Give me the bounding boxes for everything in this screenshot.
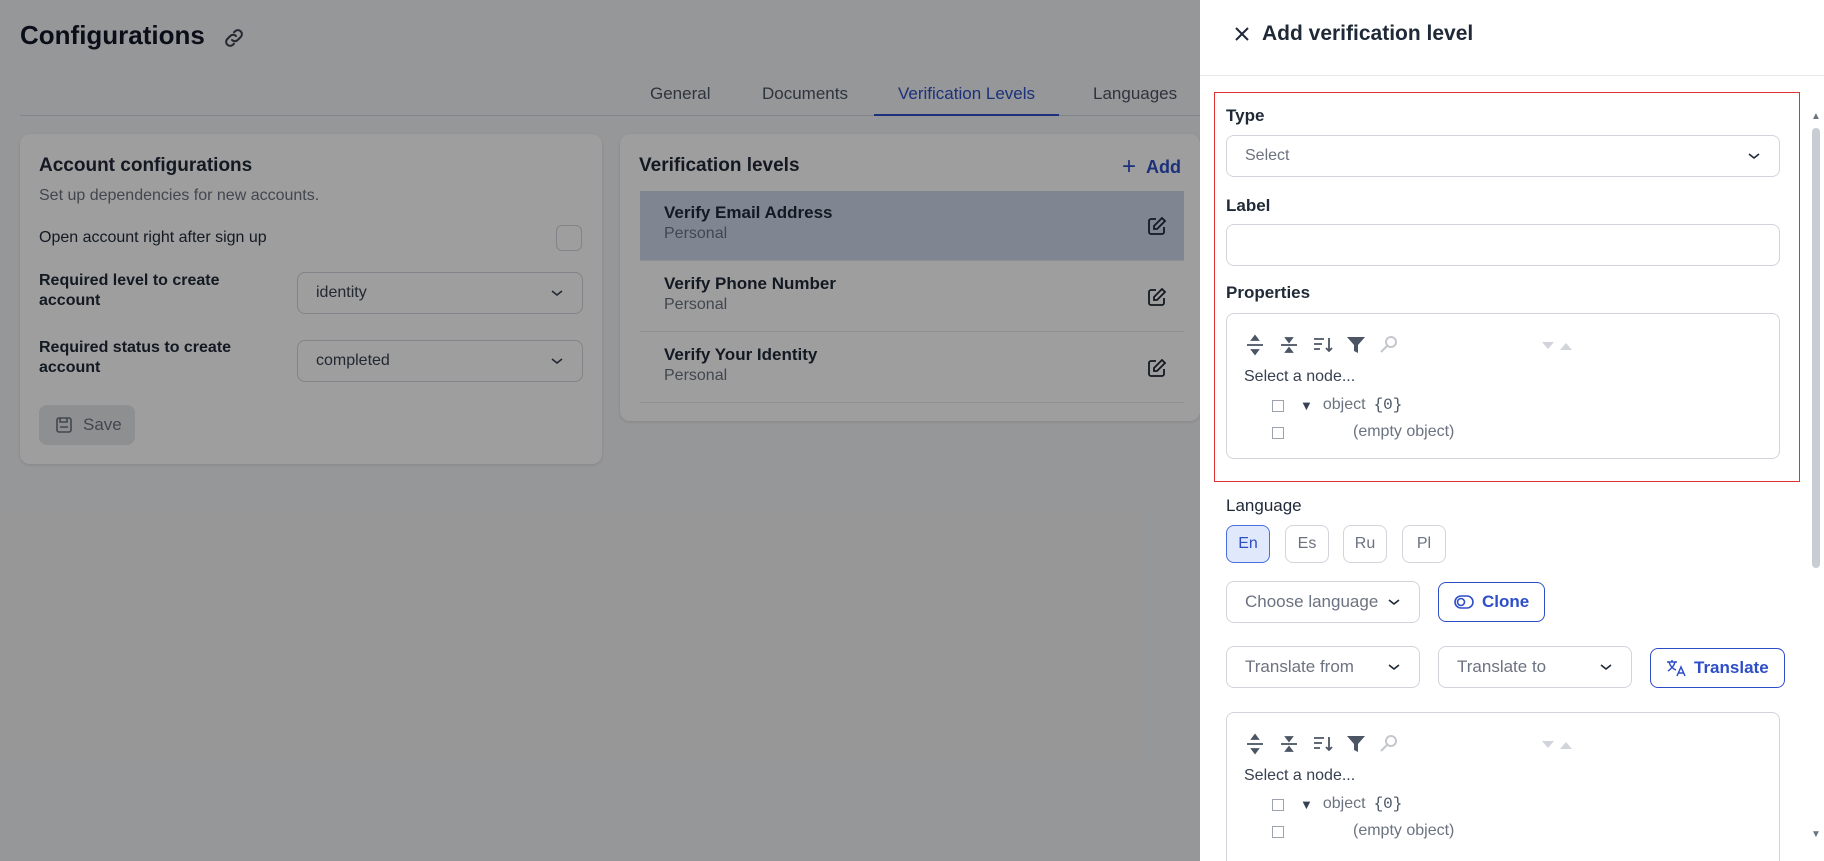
search-icon[interactable] — [1378, 334, 1400, 356]
json-object-label: object — [1322, 795, 1366, 812]
json-object-count: {0} — [1373, 396, 1403, 414]
expand-triangle-icon[interactable]: ▼ — [1300, 398, 1313, 413]
translate-from-select[interactable]: Translate from — [1226, 646, 1420, 688]
translate-to-select[interactable]: Translate to — [1438, 646, 1632, 688]
language-ru-button[interactable]: Ru — [1343, 525, 1387, 563]
translate-label: Translate — [1694, 658, 1769, 677]
collapse-all-icon[interactable] — [1278, 733, 1300, 755]
json-hint: Select a node... — [1244, 767, 1356, 784]
navigate-arrows-icon[interactable] — [1540, 340, 1574, 352]
node-handle[interactable] — [1272, 400, 1284, 412]
type-select[interactable]: Select — [1226, 135, 1780, 177]
expand-all-icon[interactable] — [1244, 334, 1266, 356]
translate-to-label: Translate to — [1457, 657, 1547, 676]
properties-label: Properties — [1226, 283, 1311, 302]
choose-language-select[interactable]: Choose language — [1226, 581, 1420, 623]
language-pl-button[interactable]: Pl — [1402, 525, 1446, 563]
search-icon[interactable] — [1378, 733, 1400, 755]
expand-triangle-icon[interactable]: ▼ — [1300, 797, 1313, 812]
filter-icon[interactable] — [1345, 334, 1367, 356]
translation-json-editor[interactable]: Select a node... ▼ object {0} (empty obj… — [1226, 712, 1780, 861]
collapse-all-icon[interactable] — [1278, 334, 1300, 356]
chevron-down-icon — [1748, 153, 1760, 160]
type-label: Type — [1226, 106, 1265, 125]
chevron-down-icon — [1388, 599, 1400, 606]
json-empty-node: (empty object) — [1353, 423, 1455, 440]
language-en-button[interactable]: En — [1226, 525, 1270, 563]
node-handle[interactable] — [1272, 826, 1284, 838]
language-es-button[interactable]: Es — [1285, 525, 1329, 563]
node-handle[interactable] — [1272, 799, 1284, 811]
clone-label: Clone — [1482, 592, 1530, 611]
panel-header: Add verification level — [1200, 0, 1824, 76]
json-root-node[interactable]: ▼ object {0} — [1300, 795, 1402, 813]
json-hint: Select a node... — [1244, 368, 1356, 385]
json-root-node[interactable]: ▼ object {0} — [1300, 396, 1402, 414]
json-empty-node: (empty object) — [1353, 822, 1455, 839]
navigate-arrows-icon[interactable] — [1540, 739, 1574, 751]
modal-backdrop[interactable] — [0, 0, 1200, 861]
json-object-label: object — [1322, 396, 1366, 413]
panel-scrollbar[interactable] — [1812, 128, 1820, 568]
translate-icon — [1667, 660, 1686, 677]
choose-language-label: Choose language — [1245, 592, 1379, 611]
clone-button[interactable]: Clone — [1438, 582, 1546, 622]
type-placeholder: Select — [1245, 147, 1290, 164]
expand-all-icon[interactable] — [1244, 733, 1266, 755]
panel-title: Add verification level — [1262, 22, 1474, 45]
toggle-icon — [1454, 595, 1474, 609]
close-icon[interactable] — [1232, 24, 1252, 44]
translate-from-label: Translate from — [1245, 657, 1354, 676]
scroll-up-icon[interactable]: ▲ — [1811, 112, 1821, 122]
chevron-down-icon — [1600, 664, 1612, 671]
label-label: Label — [1226, 196, 1271, 215]
translate-button[interactable]: Translate — [1650, 648, 1785, 688]
properties-json-editor[interactable]: Select a node... ▼ object {0} (empty obj… — [1226, 313, 1780, 459]
scroll-down-icon[interactable]: ▼ — [1811, 830, 1821, 840]
json-object-count: {0} — [1373, 795, 1403, 813]
language-label: Language — [1226, 496, 1302, 515]
chevron-down-icon — [1388, 664, 1400, 671]
sort-icon[interactable] — [1312, 733, 1334, 755]
add-verification-level-panel: Add verification level Type Select Label… — [1200, 0, 1824, 861]
filter-icon[interactable] — [1345, 733, 1367, 755]
label-input[interactable] — [1226, 224, 1780, 266]
node-handle[interactable] — [1272, 427, 1284, 439]
sort-icon[interactable] — [1312, 334, 1334, 356]
